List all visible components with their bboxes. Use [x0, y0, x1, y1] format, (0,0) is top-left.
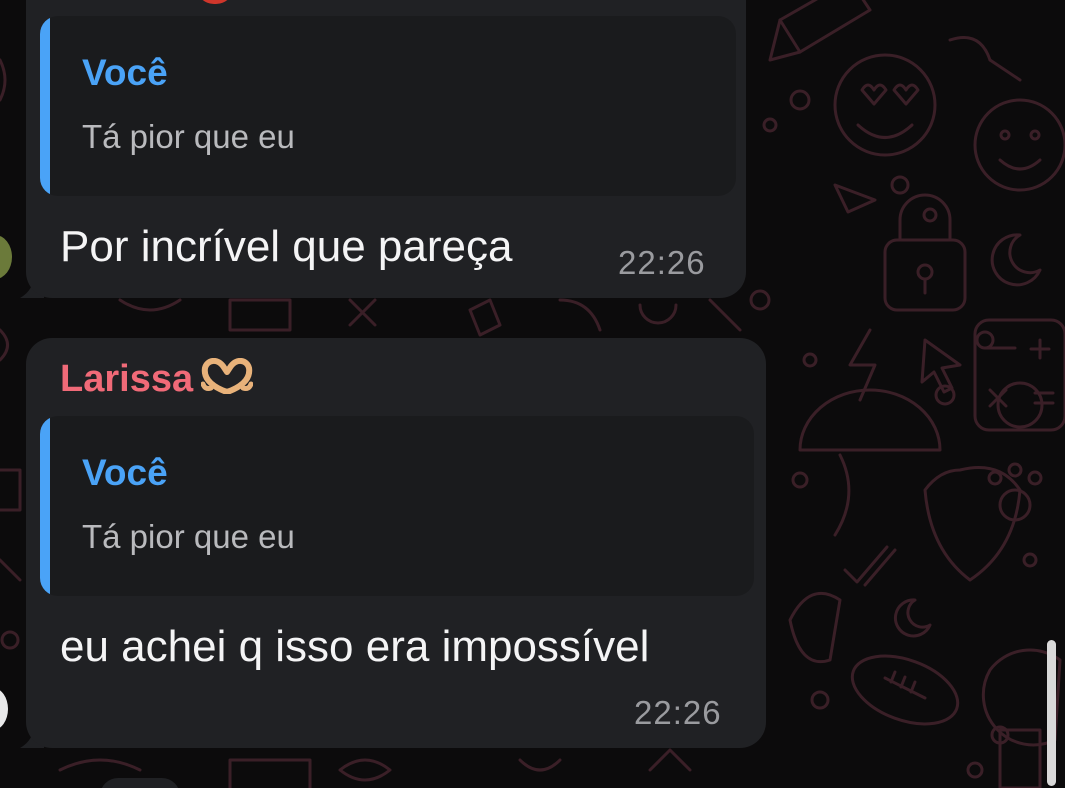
quote-accent-bar	[40, 16, 50, 196]
sender-name[interactable]: Larissa	[60, 358, 254, 404]
sender-name-text: Larissa	[60, 358, 194, 401]
quote-text: Tá pior que eu	[82, 518, 295, 555]
message-time: 22:26	[618, 244, 706, 281]
reaction-badge	[196, 0, 234, 4]
message-time: 22:26	[634, 694, 722, 731]
message-bubble[interactable]: Você Tá pior que eu Por incrível que par…	[26, 0, 746, 298]
quoted-message[interactable]: Você Tá pior que eu	[40, 16, 736, 196]
quote-text: Tá pior que eu	[82, 118, 295, 155]
quote-author: Você	[82, 52, 168, 93]
quote-accent-bar	[40, 416, 50, 596]
message-bubble-partial[interactable]	[100, 778, 180, 788]
chat-view[interactable]: Você Tá pior que eu Por incrível que par…	[0, 0, 1065, 788]
heart-hands-icon	[200, 358, 254, 404]
scrollbar[interactable]	[1047, 640, 1056, 786]
quoted-message[interactable]: Você Tá pior que eu	[40, 416, 754, 596]
message-text: eu achei q isso era impossível	[60, 622, 650, 671]
message-bubble[interactable]: Larissa Você Tá pior que eu eu achei q i…	[26, 338, 766, 748]
quote-author: Você	[82, 452, 168, 493]
message-text: Por incrível que pareça	[60, 222, 513, 271]
